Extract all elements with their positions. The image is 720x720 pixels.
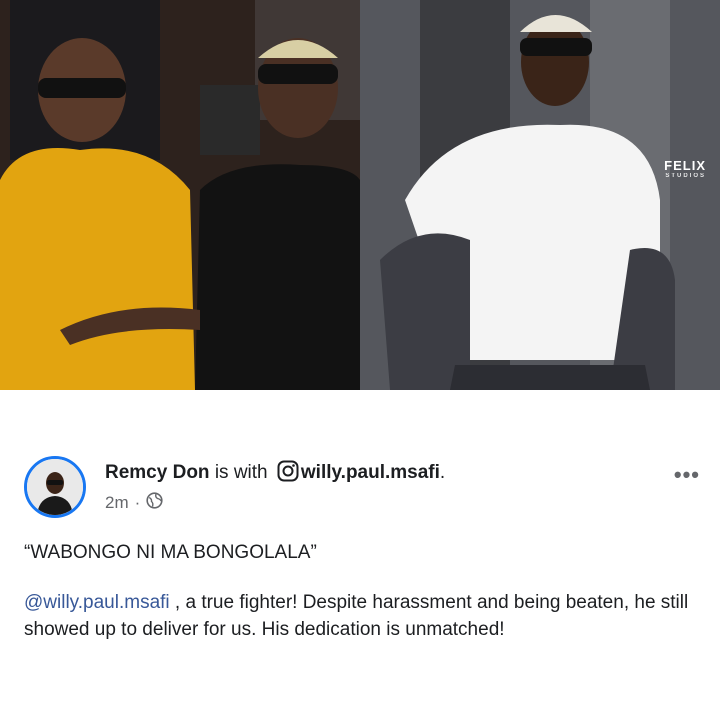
photo-watermark: FELIX STUDIOS — [664, 158, 706, 179]
watermark-subtext: STUDIOS — [665, 173, 706, 179]
avatar[interactable] — [24, 456, 86, 518]
post-header: Remcy Don is with willy.paul.msafi. 2m ·… — [24, 456, 704, 520]
photo-divider-space — [0, 390, 720, 450]
with-text: is with — [214, 462, 268, 483]
globe-icon — [146, 492, 163, 514]
post-time[interactable]: 2m — [105, 493, 129, 513]
photo-right-image — [360, 0, 720, 390]
post-photo-right[interactable]: FELIX STUDIOS — [360, 0, 720, 390]
post-quote: “WABONGO NI MA BONGOLALA” — [24, 542, 317, 563]
author-name[interactable]: Remcy Don — [105, 462, 210, 483]
post-photo-collage[interactable]: FELIX STUDIOS — [0, 0, 720, 390]
instagram-icon — [277, 460, 299, 490]
meta-separator: · — [134, 493, 141, 512]
avatar-image — [27, 459, 83, 515]
more-options-button[interactable]: ••• — [674, 462, 700, 488]
post-body: @willy.paul.msafi , a true fighter! Desp… — [24, 589, 700, 643]
post-meta: 2m · — [105, 492, 163, 514]
post-photo-left[interactable] — [0, 0, 360, 390]
photo-left-image — [0, 0, 360, 390]
watermark-text: FELIX — [664, 158, 706, 173]
post-author-line: Remcy Don is with willy.paul.msafi. — [105, 460, 445, 490]
tagged-user[interactable]: willy.paul.msafi — [301, 462, 440, 483]
tagged-suffix: . — [439, 462, 446, 483]
mention-link[interactable]: @willy.paul.msafi — [24, 592, 170, 613]
